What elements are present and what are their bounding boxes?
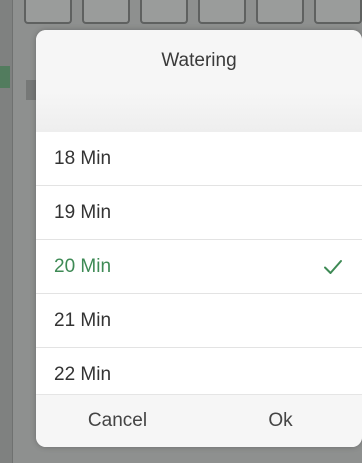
check-icon — [324, 259, 342, 274]
option-label: 18 Min — [54, 147, 112, 169]
duration-list[interactable]: 18 Min 19 Min 20 Min 21 Min 22 Min — [36, 132, 362, 402]
option-label: 19 Min — [54, 201, 112, 223]
background-chip — [24, 0, 72, 24]
watering-dialog: Watering 18 Min 19 Min 20 Min 21 Min 22 … — [36, 30, 362, 447]
option-21-min[interactable]: 21 Min — [36, 294, 362, 348]
list-top-band — [36, 92, 362, 132]
option-20-min[interactable]: 20 Min — [36, 240, 362, 294]
ok-button[interactable]: Ok — [199, 395, 362, 447]
option-18-min[interactable]: 18 Min — [36, 132, 362, 186]
dialog-title: Watering — [161, 50, 237, 71]
option-label: 21 Min — [54, 309, 112, 331]
background-chip — [82, 0, 130, 24]
background-chip — [198, 0, 246, 24]
option-label: 22 Min — [54, 363, 112, 385]
dialog-header: Watering — [36, 30, 362, 92]
dialog-footer: Cancel Ok — [36, 394, 362, 447]
background-chip — [256, 0, 304, 24]
option-label: 20 Min — [54, 255, 112, 277]
cancel-button[interactable]: Cancel — [36, 395, 199, 447]
background-chip-row — [24, 0, 362, 30]
background-chip — [314, 0, 362, 24]
background-left-accent — [0, 66, 10, 88]
option-19-min[interactable]: 19 Min — [36, 186, 362, 240]
background-chip — [140, 0, 188, 24]
